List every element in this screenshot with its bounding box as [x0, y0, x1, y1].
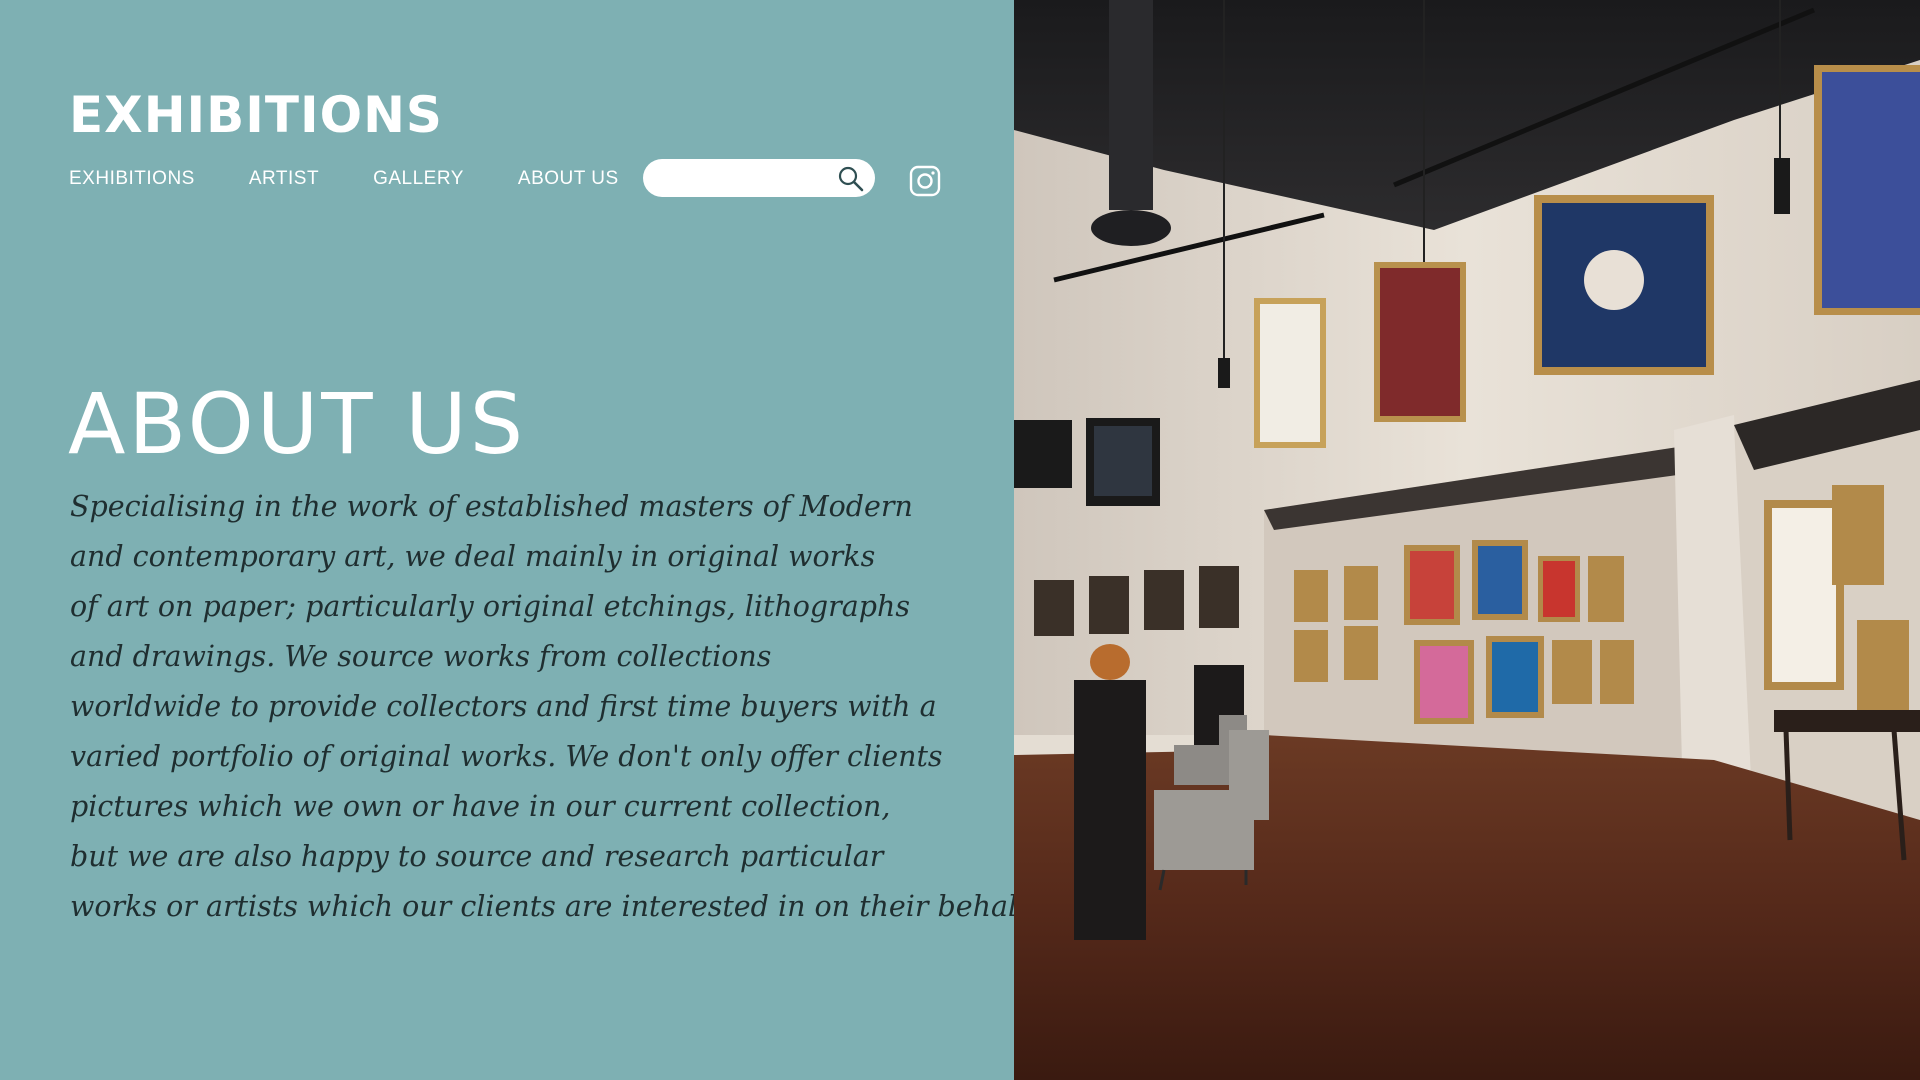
brand-title[interactable]: EXHIBITIONS [69, 90, 443, 140]
about-text-line: pictures which we own or have in our cur… [70, 790, 891, 823]
about-text-line: varied portfolio of original works. We d… [70, 740, 943, 773]
about-text-line: worldwide to provide collectors and firs… [70, 690, 937, 723]
about-text-line: works or artists which our clients are i… [70, 890, 1036, 923]
nav-item-about-us[interactable]: ABOUT US [518, 168, 619, 190]
about-text-line: Specialising in the work of established … [70, 490, 913, 523]
about-text-line: and contemporary art, we deal mainly in … [70, 540, 876, 573]
instagram-icon[interactable] [909, 165, 941, 197]
nav-item-gallery[interactable]: GALLERY [373, 168, 464, 190]
about-heading: ABOUT US [68, 375, 527, 473]
main-nav: EXHIBITIONS ARTIST GALLERY ABOUT US [69, 168, 673, 190]
search-icon[interactable] [837, 165, 865, 193]
search-box [643, 159, 875, 197]
gallery-interior-image [1014, 0, 1920, 1080]
gallery-photo [1014, 0, 1920, 1080]
nav-item-exhibitions[interactable]: EXHIBITIONS [69, 168, 195, 190]
about-text: Specialising in the work of established … [70, 482, 1036, 932]
nav-item-artist[interactable]: ARTIST [249, 168, 319, 190]
search-input[interactable] [661, 166, 825, 192]
about-text-line: but we are also happy to source and rese… [70, 840, 884, 873]
left-panel: EXHIBITIONS EXHIBITIONS ARTIST GALLERY A… [0, 0, 1036, 1080]
about-text-line: and drawings. We source works from colle… [70, 640, 772, 673]
about-text-line: of art on paper; particularly original e… [70, 590, 910, 623]
